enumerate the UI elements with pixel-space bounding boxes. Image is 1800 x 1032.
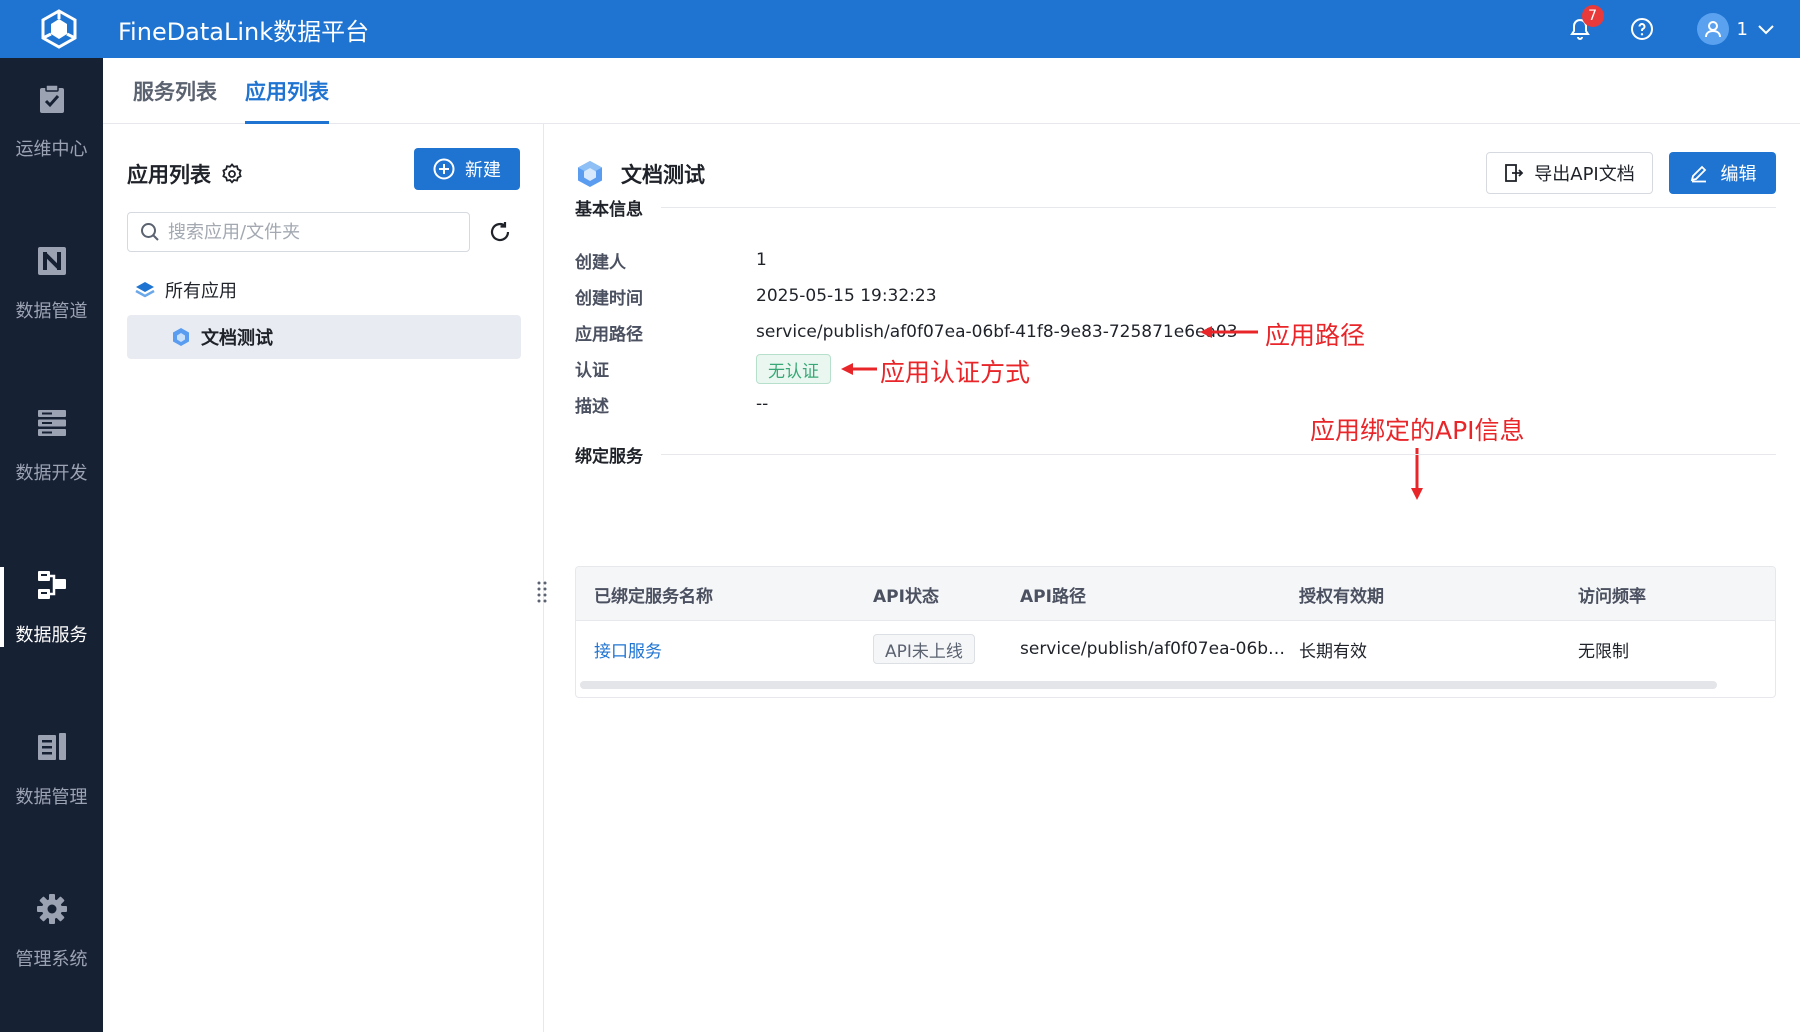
app-detail-header: 文档测试 — [575, 154, 705, 194]
section-title: 绑定服务 — [575, 446, 643, 467]
app-list-title: 应用列表 — [127, 163, 211, 187]
api-status-badge: API未上线 — [873, 634, 975, 664]
search-icon — [140, 222, 160, 242]
left-nav: 运维中心 数据管道 数据开发 数据服务 数据管理 管理系统 — [0, 58, 103, 1032]
top-bar: FineDataLink数据平台 7 1 — [0, 0, 1800, 58]
tab-app-list[interactable]: 应用列表 — [245, 58, 329, 124]
clipboard-check-icon — [34, 81, 70, 117]
created-time-label: 创建时间 — [575, 288, 643, 309]
nav-label: 数据服务 — [15, 625, 88, 646]
gear-icon — [34, 891, 70, 927]
app-cube-icon — [575, 159, 605, 189]
nav-item-data-dev[interactable]: 数据开发 — [0, 385, 103, 505]
app-detail-panel: 文档测试 导出API文档 编辑 基本信息 创建人 1 创建时间 2025-05-… — [545, 124, 1800, 1032]
avatar — [1696, 13, 1729, 45]
col-api-status: API状态 — [873, 586, 939, 607]
data-manage-icon — [34, 729, 70, 765]
access-frequency-cell: 无限制 — [1578, 641, 1629, 662]
auth-label: 认证 — [575, 360, 609, 381]
tree-child-label: 文档测试 — [201, 328, 273, 349]
tab-bar: 服务列表 应用列表 — [103, 58, 1800, 124]
creator-value: 1 — [756, 250, 767, 270]
chevron-down-icon — [1758, 19, 1774, 40]
description-value: -- — [756, 394, 769, 414]
plus-circle-icon — [433, 158, 455, 180]
annotation-arrow-path-icon — [1200, 326, 1258, 338]
search-input[interactable] — [168, 221, 448, 243]
section-title: 基本信息 — [575, 199, 643, 220]
app-detail-title: 文档测试 — [621, 163, 705, 187]
description-label: 描述 — [575, 396, 609, 417]
annotation-arrow-auth-icon — [841, 363, 877, 375]
col-access-frequency: 访问频率 — [1578, 586, 1646, 607]
export-icon — [1504, 163, 1524, 183]
notification-bell-icon[interactable]: 7 — [1565, 5, 1604, 44]
nav-label: 运维中心 — [15, 139, 88, 160]
help-icon[interactable] — [1627, 14, 1657, 44]
app-list-header: 应用列表 — [127, 154, 243, 194]
layers-icon — [135, 280, 155, 300]
nav-item-data-pipeline[interactable]: 数据管道 — [0, 223, 103, 343]
nav-item-data-manage[interactable]: 数据管理 — [0, 709, 103, 829]
table-header: 已绑定服务名称 API状态 API路径 授权有效期 访问频率 — [576, 567, 1775, 621]
app-title: FineDataLink数据平台 — [118, 17, 370, 46]
nav-label: 数据开发 — [15, 463, 88, 484]
col-auth-validity: 授权有效期 — [1299, 586, 1384, 607]
pencil-icon — [1689, 163, 1709, 183]
nav-item-system-admin[interactable]: 管理系统 — [0, 871, 103, 991]
tab-service-list[interactable]: 服务列表 — [133, 58, 217, 124]
bound-services-table: 已绑定服务名称 API状态 API路径 授权有效期 访问频率 接口服务 API未… — [575, 566, 1776, 698]
nav-label: 数据管道 — [15, 301, 88, 322]
api-status-cell: API未上线 — [873, 621, 975, 677]
created-time-value: 2025-05-15 19:32:23 — [756, 286, 937, 306]
export-api-doc-label: 导出API文档 — [1534, 164, 1635, 185]
tree-item-doc-test[interactable]: 文档测试 — [127, 315, 521, 359]
app-logo-icon[interactable] — [30, 0, 88, 58]
user-name: 1 — [1736, 18, 1748, 40]
app-list-panel: 应用列表 新建 所有应用 文档测试 — [103, 124, 544, 1032]
nav-item-data-service[interactable]: 数据服务 — [0, 547, 103, 667]
col-service-name: 已绑定服务名称 — [594, 586, 713, 607]
edit-label: 编辑 — [1720, 164, 1757, 185]
creator-label: 创建人 — [575, 252, 626, 273]
nav-label: 管理系统 — [15, 949, 88, 970]
server-stack-icon — [34, 405, 70, 441]
notification-count-badge: 7 — [1581, 5, 1604, 27]
nav-item-ops-center[interactable]: 运维中心 — [0, 61, 103, 181]
nav-label: 数据管理 — [15, 787, 88, 808]
divider — [661, 453, 1776, 455]
tree-root-label: 所有应用 — [165, 281, 237, 302]
app-path-label: 应用路径 — [575, 324, 643, 345]
auth-status-badge: 无认证 — [756, 354, 831, 384]
tree-item-all-apps[interactable]: 所有应用 — [135, 272, 237, 308]
table-row: 接口服务 API未上线 service/publish/af0f07ea-06b… — [576, 621, 1775, 677]
pipeline-icon — [34, 243, 70, 279]
search-box — [127, 212, 470, 252]
auth-validity-cell: 长期有效 — [1299, 641, 1367, 662]
section-bound-services: 绑定服务 — [575, 441, 1776, 467]
new-app-label: 新建 — [465, 160, 501, 181]
annotation-auth-method: 应用认证方式 — [880, 358, 1031, 387]
app-path-value: service/publish/af0f07ea-06bf-41f8-9e83-… — [756, 322, 1238, 342]
api-path-cell: service/publish/af0f07ea-06b… — [1020, 639, 1286, 659]
user-menu[interactable]: 1 — [1696, 13, 1774, 45]
refresh-icon[interactable] — [486, 218, 514, 246]
export-api-doc-button[interactable]: 导出API文档 — [1486, 152, 1653, 194]
annotation-app-path: 应用路径 — [1265, 321, 1366, 350]
service-name-link[interactable]: 接口服务 — [594, 621, 662, 677]
col-api-path: API路径 — [1020, 586, 1086, 607]
horizontal-scrollbar[interactable] — [580, 681, 1717, 689]
divider — [661, 206, 1776, 208]
new-app-button[interactable]: 新建 — [414, 148, 520, 190]
settings-gear-icon[interactable] — [221, 163, 243, 185]
section-basic-info: 基本信息 — [575, 194, 1776, 220]
data-service-icon — [34, 567, 70, 603]
edit-button[interactable]: 编辑 — [1669, 152, 1776, 194]
app-cube-icon — [171, 327, 191, 347]
